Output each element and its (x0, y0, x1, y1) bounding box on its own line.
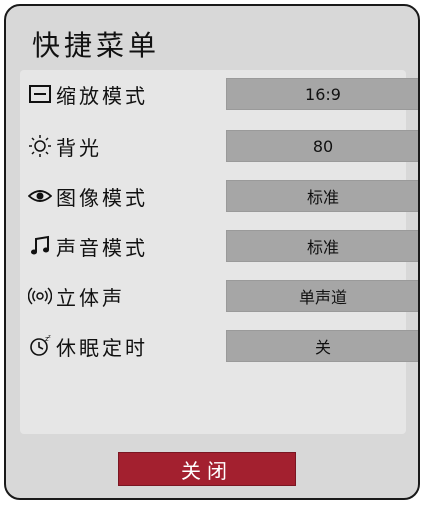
menu-item-sound-mode[interactable]: 声音模式 标准 (20, 228, 418, 264)
aspect-ratio-icon (28, 82, 52, 106)
menu-item-label: 立体声 (56, 286, 125, 310)
backlight-sun-icon (28, 134, 52, 158)
stereo-value[interactable]: 单声道 (226, 280, 418, 312)
sleep-timer-icon: z z (28, 334, 52, 358)
sound-mode-value[interactable]: 标准 (226, 230, 418, 262)
zoom-mode-value[interactable]: 16:9 (226, 78, 418, 110)
menu-item-label: 图像模式 (56, 186, 148, 210)
music-note-icon (28, 234, 52, 258)
menu-item-backlight[interactable]: 背光 80 (20, 128, 418, 164)
menu-items-panel: 缩放模式 16:9 背光 80 图像模式 标准 声音模式 标准 立体声 单声道 … (20, 70, 418, 434)
eye-icon (27, 184, 53, 208)
menu-item-sleep-timer[interactable]: z z 休眠定时 关 (20, 328, 418, 364)
svg-text:z: z (48, 334, 51, 340)
close-button[interactable]: 关闭 (118, 452, 296, 486)
quick-menu-dialog: 快捷菜单 缩放模式 16:9 背光 80 图像模式 标准 声音模式 标准 立体声… (4, 4, 420, 500)
backlight-value[interactable]: 80 (226, 130, 418, 162)
menu-item-label: 休眠定时 (56, 336, 148, 360)
menu-item-label: 背光 (56, 136, 102, 160)
menu-item-label: 缩放模式 (56, 84, 148, 108)
menu-item-picture-mode[interactable]: 图像模式 标准 (20, 178, 418, 214)
picture-mode-value[interactable]: 标准 (226, 180, 418, 212)
menu-item-stereo[interactable]: 立体声 单声道 (20, 278, 418, 314)
menu-title: 快捷菜单 (32, 29, 161, 62)
stereo-speaker-icon (27, 284, 53, 308)
menu-item-zoom-mode[interactable]: 缩放模式 16:9 (20, 76, 418, 112)
menu-item-label: 声音模式 (56, 236, 148, 260)
sleep-timer-value[interactable]: 关 (226, 330, 418, 362)
